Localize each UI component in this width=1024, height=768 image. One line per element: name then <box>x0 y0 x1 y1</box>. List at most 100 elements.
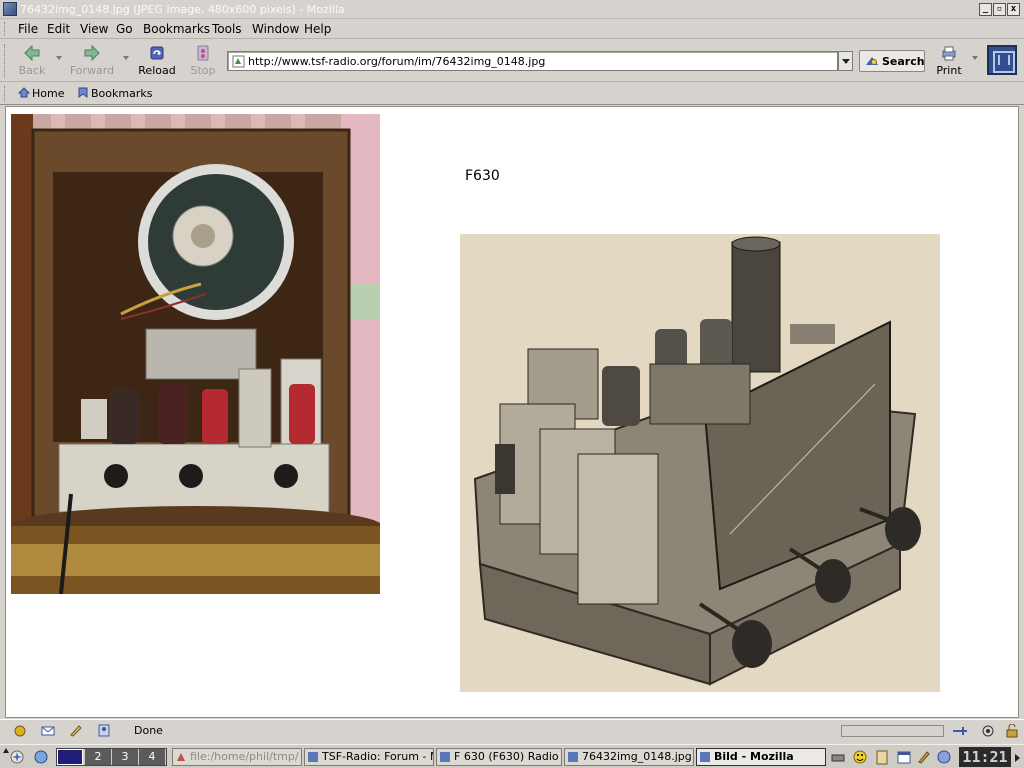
task-tsf-forum[interactable]: TSF-Radio: Forum - M <box>304 748 434 766</box>
title-bar[interactable]: 76432img_0148.jpg (JPEG Image, 480x600 p… <box>0 0 1024 19</box>
url-history-dropdown[interactable] <box>838 51 853 71</box>
bookmarks-label: Bookmarks <box>91 87 153 100</box>
progress-meter <box>841 725 944 737</box>
task-label: TSF-Radio: Forum - M <box>322 750 434 763</box>
mozilla-throbber-icon[interactable] <box>987 45 1017 75</box>
forward-label: Forward <box>69 64 115 77</box>
address-book-icon[interactable] <box>97 724 111 737</box>
window-menu-icon[interactable] <box>3 2 17 16</box>
bookmarks-button[interactable]: Bookmarks <box>77 87 152 100</box>
home-button[interactable]: Home <box>18 87 64 100</box>
pen-tray-icon[interactable] <box>916 749 932 765</box>
composer-icon[interactable] <box>69 724 83 737</box>
navigation-toolbar: Back Forward Reload Stop http://www.tsf-… <box>0 40 1024 82</box>
reload-button[interactable]: Reload <box>134 43 180 79</box>
taskbar-right-arrow-icon[interactable] <box>1015 754 1020 762</box>
printer-tray-icon[interactable] <box>830 749 846 765</box>
pager-desktop-4[interactable]: 4 <box>139 749 165 765</box>
calendar-tray-icon[interactable] <box>896 749 912 765</box>
menu-bar: File Edit View Go Bookmarks Tools Window… <box>0 19 1024 39</box>
stop-button[interactable]: Stop <box>180 43 226 79</box>
menu-window[interactable]: Window <box>252 22 299 36</box>
print-button[interactable]: Print <box>926 43 972 79</box>
desktop-pager: 1 2 3 4 <box>56 748 167 766</box>
figure-caption: F630 <box>465 168 500 184</box>
task-f630-radio[interactable]: F 630 (F630) Radio G <box>436 748 562 766</box>
browser-window: 76432img_0148.jpg (JPEG Image, 480x600 p… <box>0 0 1024 744</box>
back-dropdown-icon[interactable] <box>56 56 62 60</box>
menu-tools[interactable]: Tools <box>212 22 242 36</box>
menu-bookmarks[interactable]: Bookmarks <box>143 22 210 36</box>
online-status-icon[interactable] <box>952 724 968 738</box>
task-label: file:/home/phil/tmp/ <box>190 750 299 763</box>
url-input[interactable] <box>248 53 833 69</box>
pager-desktop-2[interactable]: 2 <box>85 749 111 765</box>
pager-desktop-3[interactable]: 3 <box>112 749 138 765</box>
pager-label: 1 <box>66 751 74 764</box>
forward-button[interactable]: Forward <box>67 43 117 79</box>
task-image-window[interactable]: 76432img_0148.jpg <box>564 748 694 766</box>
mozilla-window-icon <box>308 752 318 762</box>
search-button[interactable]: Search <box>859 50 925 72</box>
bookmarks-icon <box>78 87 88 98</box>
reload-label: Reload <box>138 64 176 77</box>
toolbar-grip[interactable] <box>4 86 7 102</box>
task-label: F 630 (F630) Radio G <box>454 750 562 763</box>
maximize-button[interactable]: ▫ <box>993 3 1006 16</box>
back-button[interactable]: Back <box>9 43 55 79</box>
clipboard-tray-icon[interactable] <box>874 749 890 765</box>
kde-menu-icon[interactable] <box>9 749 25 765</box>
clock[interactable]: 11:21 <box>959 747 1011 767</box>
menu-file[interactable]: File <box>18 22 38 36</box>
pdf-icon <box>177 753 185 761</box>
task-file-browser[interactable]: file:/home/phil/tmp/ <box>172 748 302 766</box>
minimize-button[interactable]: _ <box>979 3 992 16</box>
radio-back-photo <box>11 114 380 594</box>
forward-arrow-icon <box>84 44 100 62</box>
stop-icon <box>197 45 209 61</box>
toolbar-grip[interactable] <box>4 22 7 36</box>
navigator-icon[interactable] <box>13 724 27 737</box>
back-label: Back <box>18 64 46 77</box>
mozilla-window-icon <box>568 752 578 762</box>
task-bild-mozilla[interactable]: Bild - Mozilla <box>696 748 826 766</box>
pager-desktop-1[interactable]: 1 <box>57 749 83 765</box>
konqueror-icon[interactable] <box>33 749 49 765</box>
chassis-figure-image <box>460 234 940 692</box>
page-content: F630 <box>5 106 1019 718</box>
window-title: 76432img_0148.jpg (JPEG Image, 480x600 p… <box>20 3 345 16</box>
stop-label: Stop <box>190 64 216 77</box>
search-icon <box>866 57 878 65</box>
menu-edit[interactable]: Edit <box>47 22 70 36</box>
home-icon <box>18 87 30 98</box>
menu-help[interactable]: Help <box>304 22 331 36</box>
url-bar[interactable] <box>227 51 838 71</box>
toolbar-grip[interactable] <box>4 44 7 78</box>
reload-icon <box>150 46 164 60</box>
print-label: Print <box>936 64 962 77</box>
network-tray-icon[interactable] <box>936 749 952 765</box>
mozilla-window-icon <box>440 752 450 762</box>
back-arrow-icon <box>24 44 40 62</box>
print-dropdown-icon[interactable] <box>972 56 978 60</box>
popup-blocker-icon[interactable] <box>980 724 996 738</box>
page-proxy-icon[interactable] <box>232 55 245 68</box>
menu-view[interactable]: View <box>80 22 108 36</box>
home-label: Home <box>32 87 65 100</box>
status-bar: Done <box>0 719 1024 741</box>
close-button[interactable]: x <box>1007 3 1020 16</box>
forward-dropdown-icon[interactable] <box>123 56 129 60</box>
menu-go[interactable]: Go <box>116 22 133 36</box>
mozilla-window-icon <box>700 752 710 762</box>
mail-icon[interactable] <box>41 724 55 737</box>
task-label: Bild - Mozilla <box>714 750 794 763</box>
task-label: 76432img_0148.jpg <box>582 750 692 763</box>
printer-icon <box>942 46 956 61</box>
search-label: Search <box>882 55 925 68</box>
taskbar: 1 2 3 4 file:/home/phil/tmp/ TSF-Radio: … <box>0 744 1024 768</box>
window-controls: _ ▫ x <box>979 3 1020 16</box>
security-lock-icon[interactable] <box>1004 724 1020 738</box>
smiley-tray-icon[interactable] <box>852 749 868 765</box>
personal-toolbar: Home Bookmarks <box>0 83 1024 105</box>
status-text: Done <box>134 724 163 737</box>
